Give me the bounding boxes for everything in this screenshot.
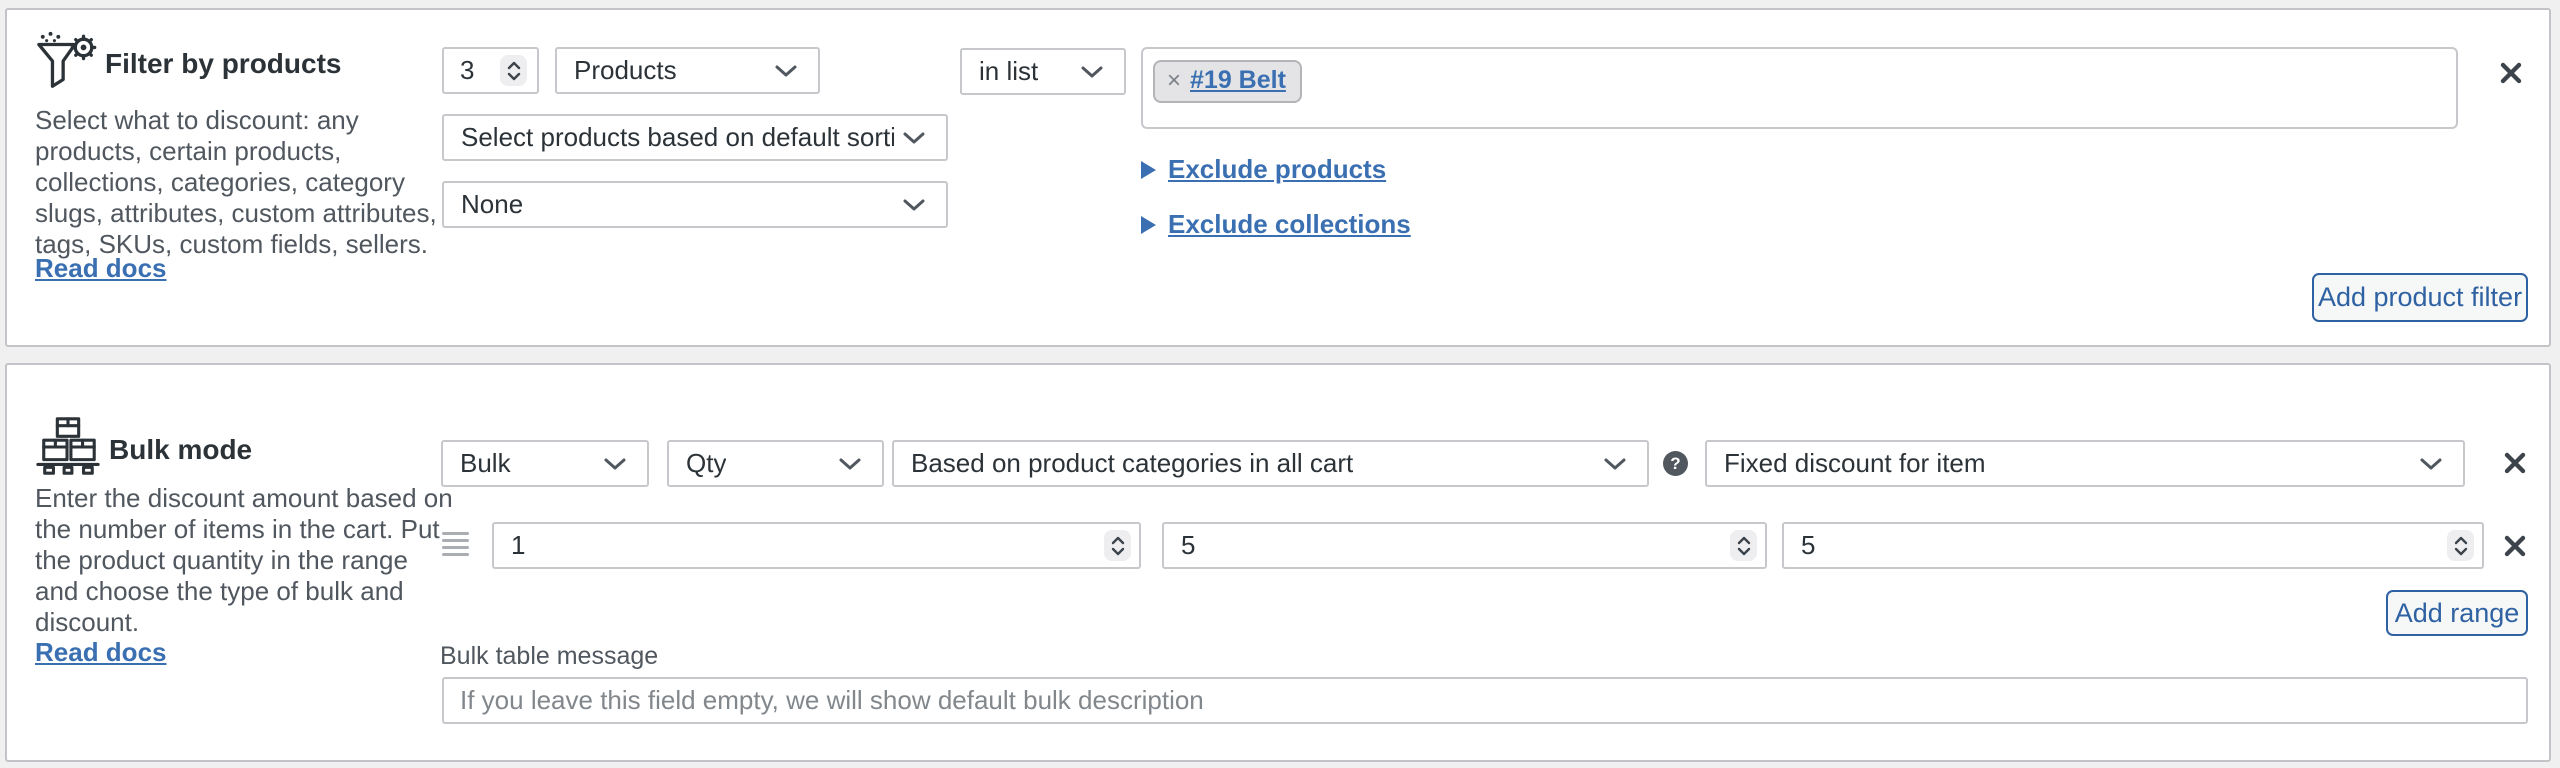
stepper-control[interactable] xyxy=(1730,530,1757,561)
chevron-up-icon xyxy=(1111,536,1124,544)
range-from-input-group xyxy=(492,522,1141,569)
help-icon[interactable]: ? xyxy=(1663,451,1688,476)
remove-bulk-panel-button[interactable] xyxy=(2497,445,2533,481)
read-docs-link[interactable]: Read docs xyxy=(35,637,167,668)
exclude-products-toggle[interactable]: Exclude products xyxy=(1141,154,1386,185)
range-from-input[interactable] xyxy=(511,530,631,561)
panel-description: Enter the discount amount based on the n… xyxy=(35,483,453,637)
exclude-collections-toggle[interactable]: Exclude collections xyxy=(1141,209,1411,240)
product-count-input-group xyxy=(442,47,539,94)
chevron-up-icon xyxy=(507,61,520,69)
additional-filter-select[interactable]: None xyxy=(442,181,948,228)
drag-handle[interactable] xyxy=(442,532,469,556)
bulk-table-message-label: Bulk table message xyxy=(440,642,659,670)
chevron-up-icon xyxy=(2454,536,2467,544)
range-to-input[interactable] xyxy=(1181,530,1301,561)
filter-funnel-gear-icon xyxy=(37,31,97,88)
panel-title: Filter by products xyxy=(105,48,342,79)
chip-remove-icon[interactable]: × xyxy=(1167,68,1181,93)
stepper-control[interactable] xyxy=(2447,530,2474,561)
product-chip: × #19 Belt xyxy=(1153,60,1302,103)
close-icon xyxy=(2500,62,2522,84)
read-docs-link[interactable]: Read docs xyxy=(35,253,167,284)
stepper-control[interactable] xyxy=(1104,530,1131,561)
product-chip-link[interactable]: #19 Belt xyxy=(1190,66,1286,95)
remove-filter-panel-button[interactable] xyxy=(2493,55,2529,91)
chevron-down-icon xyxy=(903,199,925,210)
bulk-type-select[interactable]: Bulk xyxy=(441,440,649,487)
chevron-down-icon xyxy=(604,458,626,469)
panel-title: Bulk mode xyxy=(109,434,253,465)
triangle-right-icon xyxy=(1141,215,1156,234)
selected-products-box[interactable]: × #19 Belt xyxy=(1141,47,2458,129)
chevron-down-icon xyxy=(775,65,797,76)
bulk-discount-type-select[interactable]: Fixed discount for item xyxy=(1705,440,2465,487)
chevron-down-icon xyxy=(1604,458,1626,469)
bulk-measure-select[interactable]: Qty xyxy=(667,440,884,487)
product-type-select[interactable]: Products xyxy=(555,47,820,94)
chevron-down-icon xyxy=(507,72,520,80)
panel-description: Select what to discount: any products, c… xyxy=(35,105,437,259)
chevron-down-icon xyxy=(1737,547,1750,555)
chevron-down-icon xyxy=(1081,66,1103,77)
bulk-mode-panel: Bulk mode Enter the discount amount base… xyxy=(5,363,2551,762)
range-value-input[interactable] xyxy=(1801,530,1921,561)
stepper-control[interactable] xyxy=(500,55,527,86)
chevron-up-icon xyxy=(1737,536,1750,544)
bulk-boxes-icon xyxy=(36,417,100,475)
add-range-button[interactable]: Add range xyxy=(2386,590,2528,636)
range-to-input-group xyxy=(1162,522,1767,569)
chevron-down-icon xyxy=(2454,547,2467,555)
chevron-down-icon xyxy=(903,132,925,143)
chevron-down-icon xyxy=(2420,458,2442,469)
operator-select[interactable]: in list xyxy=(960,48,1126,95)
chevron-down-icon xyxy=(1111,547,1124,555)
product-count-input[interactable] xyxy=(460,55,500,86)
range-value-input-group xyxy=(1782,522,2484,569)
triangle-right-icon xyxy=(1141,160,1156,179)
bulk-based-on-select[interactable]: Based on product categories in all cart xyxy=(892,440,1649,487)
add-product-filter-button[interactable]: Add product filter xyxy=(2312,273,2528,322)
chevron-down-icon xyxy=(839,458,861,469)
close-icon xyxy=(2504,452,2526,474)
close-icon xyxy=(2504,535,2526,557)
bulk-table-message-input[interactable] xyxy=(442,677,2528,724)
filter-by-products-panel: Filter by products Select what to discou… xyxy=(5,8,2551,347)
remove-range-button[interactable] xyxy=(2497,528,2533,564)
product-sorting-select[interactable]: Select products based on default sorting xyxy=(442,114,948,161)
